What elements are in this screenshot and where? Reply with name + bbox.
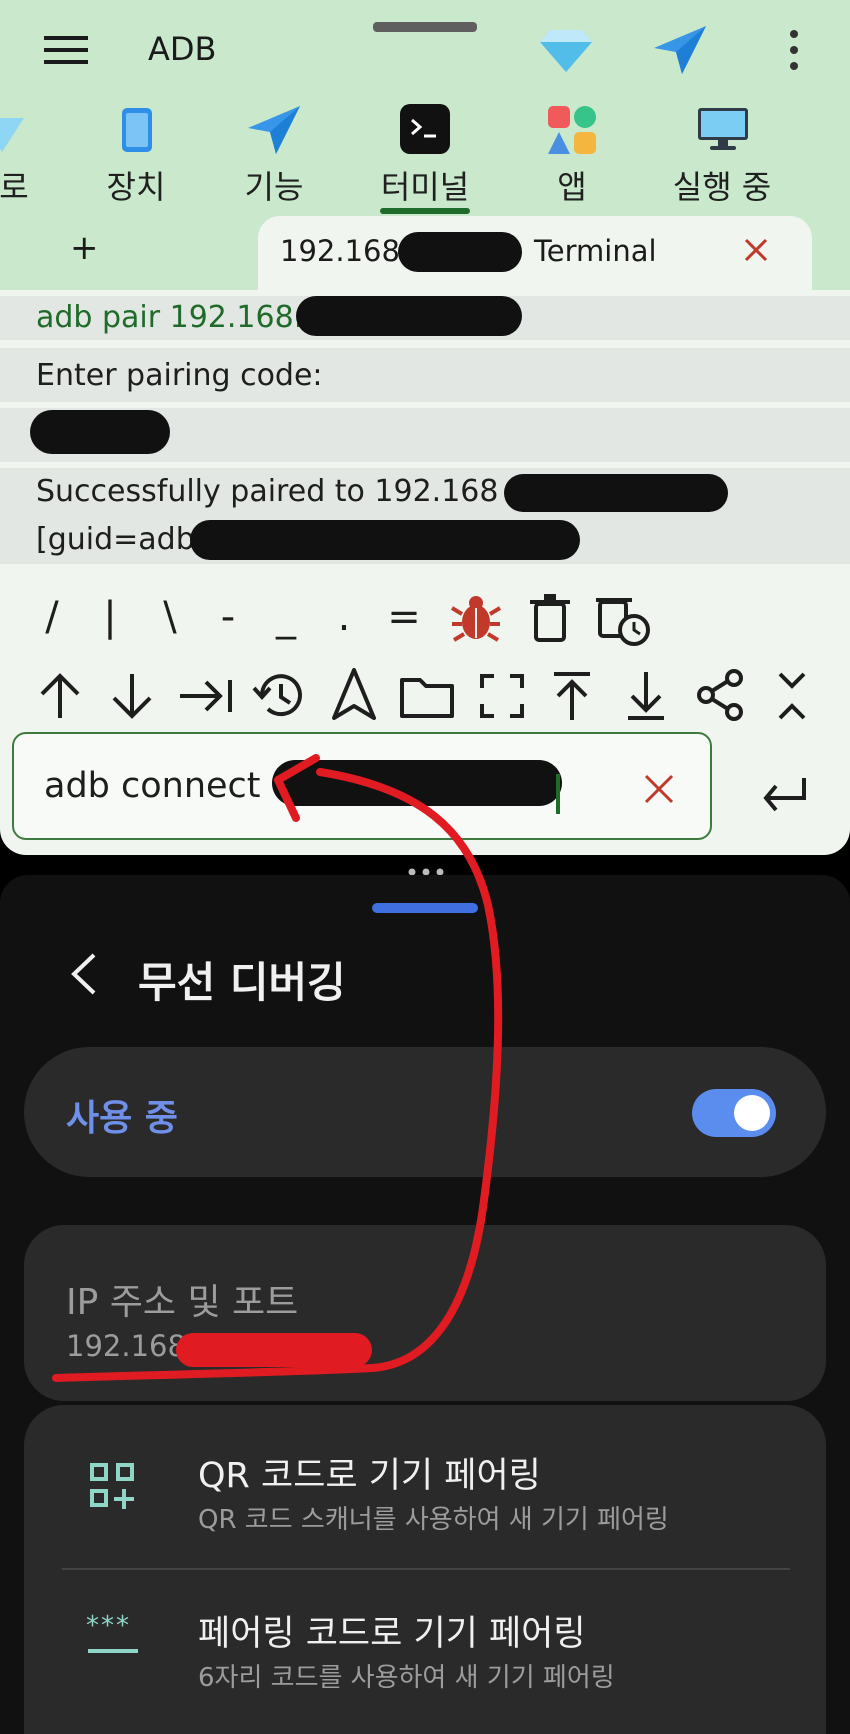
annotation-arrow bbox=[52, 754, 503, 1382]
